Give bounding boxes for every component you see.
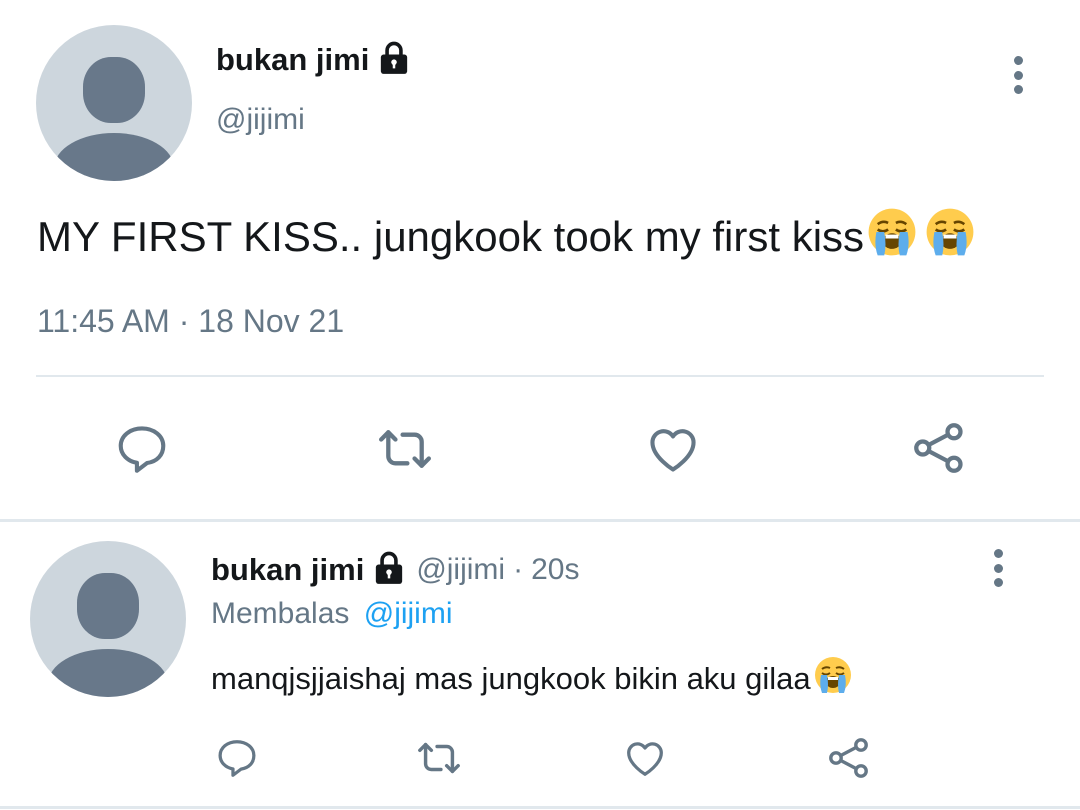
like-icon	[627, 742, 663, 776]
tweet-separator	[0, 519, 1080, 522]
share-button[interactable]	[909, 418, 969, 478]
lock-icon	[377, 40, 411, 81]
replying-to: Membalas @jijimi	[211, 597, 453, 631]
loudly-crying-face-emoji	[924, 206, 976, 268]
replying-to-handle[interactable]: @jijimi	[364, 597, 453, 630]
loudly-crying-face-emoji	[866, 206, 918, 268]
tweet-text: manqjsjjaishaj mas jungkook bikin aku gi…	[211, 655, 853, 703]
reply-button[interactable]	[214, 735, 260, 781]
tweet-time[interactable]: 20s	[531, 553, 579, 587]
share-button[interactable]	[825, 734, 873, 782]
replying-to-label: Membalas	[211, 597, 350, 630]
display-name[interactable]: bukan jimi	[211, 552, 364, 588]
more-options-icon[interactable]	[992, 549, 1004, 587]
user-handle[interactable]: @jijimi	[416, 553, 505, 587]
share-icon	[829, 738, 868, 778]
tweet-text-content: manqjsjjaishaj mas jungkook bikin aku gi…	[211, 661, 811, 696]
like-button[interactable]	[621, 735, 669, 781]
loudly-crying-face-emoji	[813, 655, 853, 703]
reply-button[interactable]	[113, 420, 171, 478]
like-icon	[650, 429, 696, 472]
user-handle[interactable]: @jijimi	[216, 103, 305, 137]
lock-icon	[372, 550, 406, 591]
retweet-button[interactable]	[374, 420, 436, 478]
share-icon	[914, 423, 963, 473]
tweet-timestamp[interactable]: 11:45 AM · 18 Nov 21	[37, 303, 344, 340]
tweet-text-content: MY FIRST KISS.. jungkook took my first k…	[37, 213, 865, 260]
retweet-icon	[418, 742, 460, 774]
tweet-text: MY FIRST KISS.. jungkook took my first k…	[37, 206, 976, 268]
retweet-icon	[379, 430, 431, 468]
display-name[interactable]: bukan jimi	[216, 42, 369, 78]
like-button[interactable]	[643, 420, 703, 478]
more-options-icon[interactable]	[1012, 56, 1024, 94]
avatar[interactable]	[36, 25, 192, 181]
bottom-divider	[0, 806, 1080, 809]
divider	[36, 375, 1044, 377]
reply-icon	[218, 740, 256, 777]
retweet-button[interactable]	[414, 735, 464, 781]
separator-dot: ·	[513, 553, 524, 586]
avatar[interactable]	[30, 541, 186, 697]
reply-icon	[118, 426, 166, 473]
